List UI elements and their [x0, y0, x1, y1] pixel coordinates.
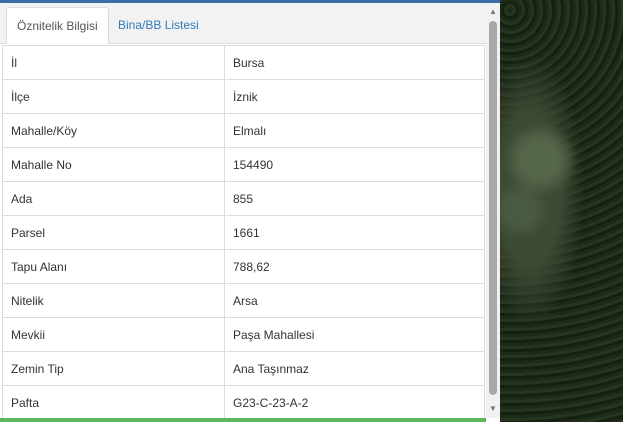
row-key: Tapu Alanı	[2, 249, 225, 284]
row-key: İlçe	[2, 79, 225, 114]
table-row: Tapu Alanı 788,62	[2, 249, 485, 284]
table-row: Mevkii Paşa Mahallesi	[2, 317, 485, 352]
attribute-panel: Öznitelik Bilgisi Bina/BB Listesi İl Burs…	[0, 0, 500, 422]
row-key: İl	[2, 45, 225, 80]
row-value: Arsa	[224, 283, 485, 318]
table-row: Nitelik Arsa	[2, 283, 485, 318]
table-row: Ada 855	[2, 181, 485, 216]
row-value: Bursa	[224, 45, 485, 80]
row-value: İznik	[224, 79, 485, 114]
tab-bar: Öznitelik Bilgisi Bina/BB Listesi	[0, 3, 486, 44]
row-value: 788,62	[224, 249, 485, 284]
row-value: G23-C-23-A-2	[224, 385, 485, 420]
row-key: Nitelik	[2, 283, 225, 318]
row-key: Zemin Tip	[2, 351, 225, 386]
scroll-thumb[interactable]	[489, 21, 497, 395]
row-key: Ada	[2, 181, 225, 216]
row-key: Pafta	[2, 385, 225, 420]
table-row: Parsel 1661	[2, 215, 485, 250]
row-value: 855	[224, 181, 485, 216]
scroll-up-icon[interactable]: ▲	[486, 5, 500, 19]
table-row: İlçe İznik	[2, 79, 485, 114]
table-row: Mahalle/Köy Elmalı	[2, 113, 485, 148]
tab-building-list[interactable]: Bina/BB Listesi	[108, 7, 209, 44]
row-value: Paşa Mahallesi	[224, 317, 485, 352]
row-value: 154490	[224, 147, 485, 182]
table-row: Mahalle No 154490	[2, 147, 485, 182]
row-key: Mahalle No	[2, 147, 225, 182]
table-row: Zemin Tip Ana Taşınmaz	[2, 351, 485, 386]
row-value: 1661	[224, 215, 485, 250]
row-key: Mahalle/Köy	[2, 113, 225, 148]
row-key: Parsel	[2, 215, 225, 250]
table-row: Pafta G23-C-23-A-2	[2, 385, 485, 420]
tab-attribute-info[interactable]: Öznitelik Bilgisi	[6, 7, 109, 44]
row-value: Ana Taşınmaz	[224, 351, 485, 386]
panel-bottom-accent	[0, 418, 486, 422]
scroll-down-icon[interactable]: ▼	[486, 402, 500, 416]
row-value: Elmalı	[224, 113, 485, 148]
table-row: İl Bursa	[2, 45, 485, 80]
satellite-map[interactable]	[500, 0, 623, 422]
row-key: Mevkii	[2, 317, 225, 352]
vertical-scrollbar[interactable]: ▲ ▼	[486, 3, 500, 418]
attribute-table: İl Bursa İlçe İznik Mahalle/Köy Elmalı Maha…	[2, 45, 485, 420]
